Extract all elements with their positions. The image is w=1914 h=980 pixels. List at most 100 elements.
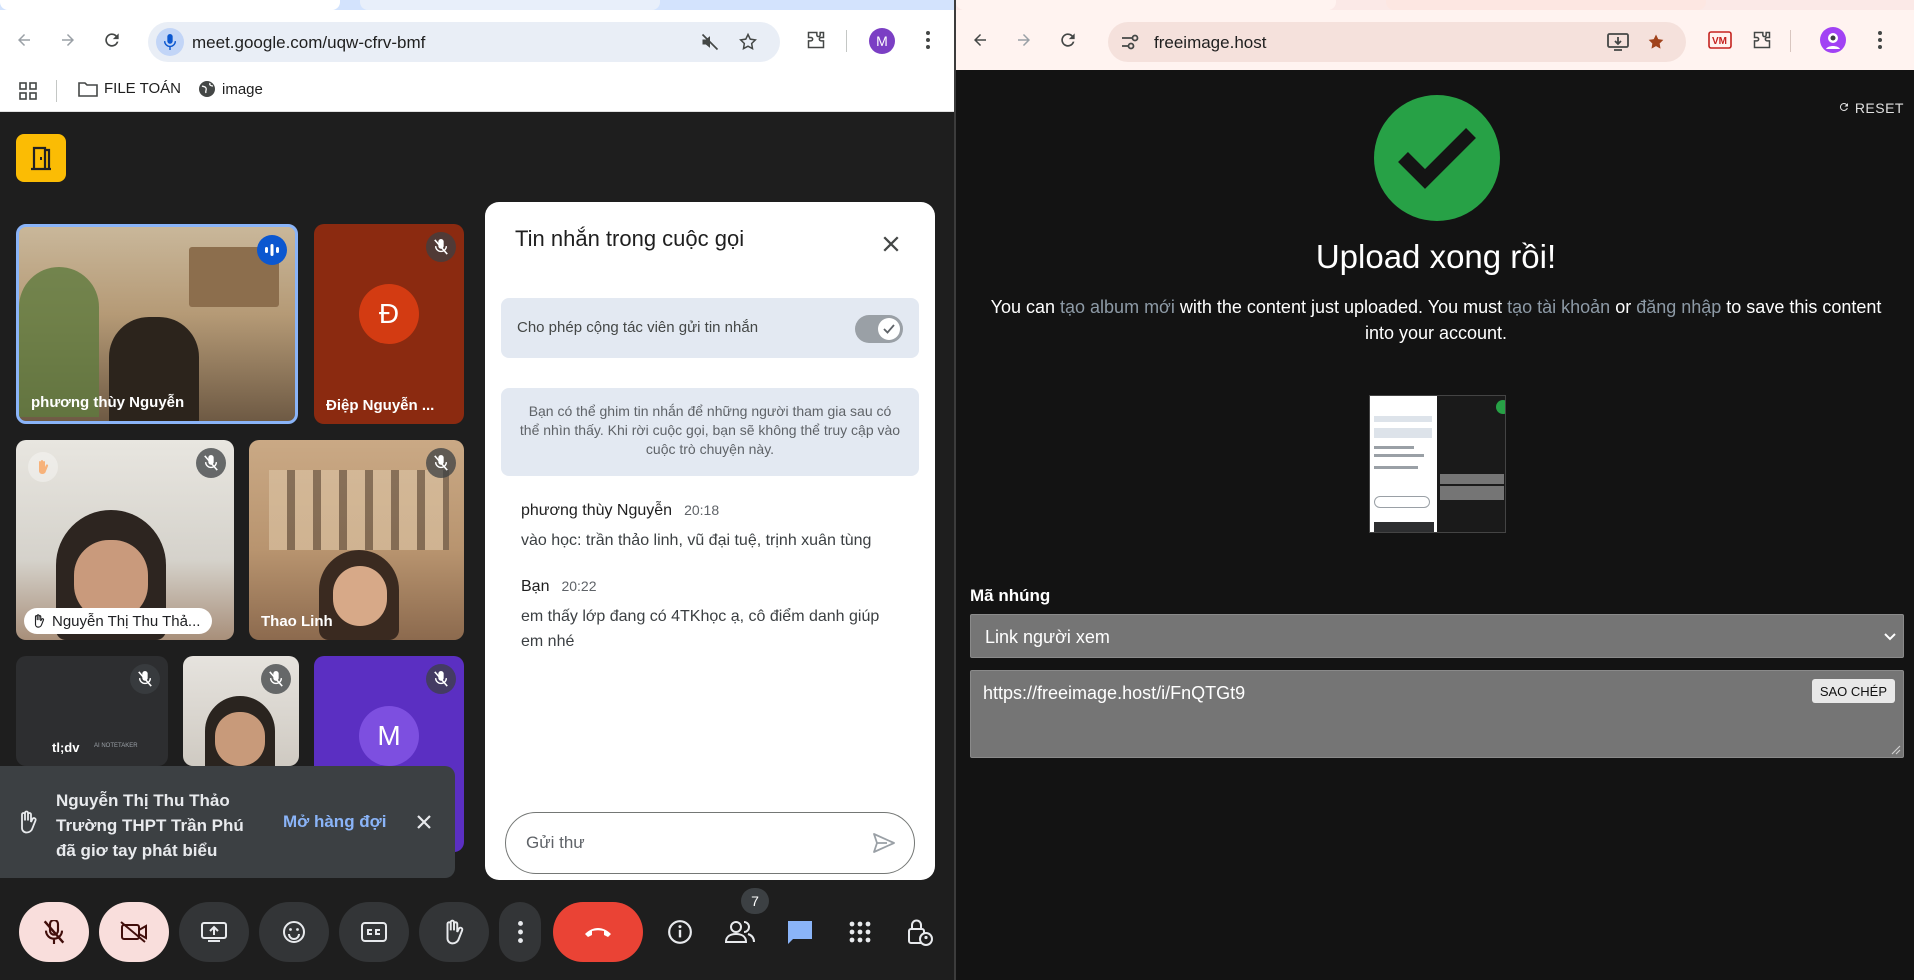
emoji-icon	[283, 921, 305, 943]
tab-strip	[0, 0, 954, 10]
participant-tile[interactable]: phương thùy Nguyễn	[16, 224, 298, 424]
mic-off-icon	[130, 664, 160, 694]
address-bar[interactable]: meet.google.com/uqw-cfrv-bmf	[148, 22, 780, 62]
participant-avatar: M	[359, 706, 419, 766]
toolbar-divider	[846, 30, 847, 52]
back-icon[interactable]	[964, 24, 996, 56]
embed-code-label: Mã nhúng	[970, 586, 1051, 605]
chat-icon	[788, 921, 812, 944]
forward-icon[interactable]	[1008, 24, 1040, 56]
end-call-icon	[585, 928, 611, 937]
raise-hand-button[interactable]	[419, 902, 489, 962]
chat-input[interactable]: Gửi thư	[505, 812, 915, 874]
close-icon[interactable]	[875, 228, 907, 260]
microphone-icon[interactable]	[156, 28, 184, 56]
raise-hand-icon	[446, 919, 464, 945]
open-queue-link[interactable]: Mở hàng đợi	[283, 812, 387, 832]
raised-hand-icon	[21, 810, 37, 834]
toolbar-divider	[1790, 30, 1791, 52]
thumb-chat-panel	[1370, 396, 1437, 532]
leave-call-button[interactable]	[553, 902, 643, 962]
site-settings-icon[interactable]	[1114, 26, 1146, 58]
microphone-toggle-button[interactable]	[19, 902, 89, 962]
reset-button[interactable]: RESET	[1838, 100, 1904, 116]
back-icon[interactable]	[8, 24, 40, 56]
thumb-bar	[1374, 428, 1432, 438]
info-icon	[668, 920, 692, 944]
tab[interactable]	[360, 0, 660, 10]
present-icon	[201, 922, 227, 942]
apps-grid-icon[interactable]	[12, 75, 44, 107]
thumb-line	[1374, 446, 1414, 449]
raised-hand-icon	[34, 614, 44, 628]
menu-kebab-icon[interactable]	[1864, 24, 1896, 56]
resize-handle-icon[interactable]	[1891, 745, 1901, 755]
bookmark-label: image	[222, 80, 263, 98]
create-album-link[interactable]: tạo album mới	[1060, 297, 1175, 317]
active-tab[interactable]	[956, 0, 1336, 10]
toast-message: Nguyễn Thị Thu Thảo Trường THPT Trần Phú…	[56, 788, 266, 863]
message-text: em thấy lớp đang có 4TKhọc ạ, cô điểm da…	[521, 608, 880, 650]
send-icon[interactable]	[868, 827, 900, 859]
url-text: meet.google.com/uqw-cfrv-bmf	[192, 33, 426, 52]
present-screen-button[interactable]	[179, 902, 249, 962]
participant-tile[interactable]: tl;dv AI NOTETAKER	[16, 656, 168, 766]
embed-type-select[interactable]: Link người xem	[970, 614, 1904, 658]
host-controls-lock-button[interactable]	[895, 902, 945, 962]
activities-button[interactable]	[835, 902, 885, 962]
chat-info-notice: Bạn có thể ghim tin nhắn để những người …	[501, 388, 919, 476]
thumb-input	[1374, 496, 1430, 508]
participant-tile[interactable]	[183, 656, 299, 766]
mic-off-icon	[426, 448, 456, 478]
participant-name: Điệp Nguyễn ...	[326, 397, 435, 414]
address-bar[interactable]: freeimage.host	[1108, 22, 1686, 62]
bookmark-star-filled-icon[interactable]	[1640, 26, 1672, 58]
camera-toggle-button[interactable]	[99, 902, 169, 962]
vm-extension-icon[interactable]: VM	[1704, 24, 1736, 56]
reactions-button[interactable]	[259, 902, 329, 962]
login-link[interactable]: đăng nhập	[1636, 297, 1721, 317]
kebab-icon	[517, 921, 523, 943]
create-account-link[interactable]: tạo tài khoản	[1507, 297, 1610, 317]
chat-message: Bạn 20:22 em thấy lớp đang có 4TKhọc ạ, c…	[521, 578, 901, 654]
participant-tile[interactable]: Đ Điệp Nguyễn ...	[314, 224, 464, 424]
chat-button[interactable]	[775, 902, 825, 962]
uploaded-image-thumbnail[interactable]	[1369, 395, 1506, 533]
upload-complete-page: RESET Upload xong rồi! You can tạo album…	[956, 70, 1914, 980]
copy-button[interactable]: SAO CHÉP	[1811, 679, 1895, 703]
captions-button[interactable]	[339, 902, 409, 962]
bookmark-label: FILE TOÁN	[104, 80, 181, 97]
meeting-details-button[interactable]	[655, 902, 705, 962]
extensions-icon[interactable]	[1746, 24, 1778, 56]
menu-kebab-icon[interactable]	[912, 24, 944, 56]
more-options-button[interactable]	[499, 902, 541, 962]
embed-code-textarea[interactable]: https://freeimage.host/i/FnQTGt9 SAO CHÉ…	[970, 670, 1904, 758]
reload-icon[interactable]	[96, 24, 128, 56]
tab[interactable]	[1386, 0, 1706, 10]
extensions-icon[interactable]	[800, 24, 832, 56]
bookmark-star-icon[interactable]	[732, 26, 764, 58]
participant-face	[215, 712, 265, 766]
participant-avatar: Đ	[359, 284, 419, 344]
close-icon[interactable]	[408, 806, 440, 838]
active-tab[interactable]	[0, 0, 340, 10]
reload-icon[interactable]	[1052, 24, 1084, 56]
mute-tab-icon[interactable]	[694, 26, 726, 58]
bookmark-file-toan[interactable]: FILE TOÁN	[78, 80, 181, 97]
profile-avatar[interactable]: M	[869, 28, 895, 54]
forward-icon[interactable]	[52, 24, 84, 56]
participant-face	[333, 566, 387, 626]
participant-tile[interactable]: Thao Linh	[249, 440, 464, 640]
in-call-chat-panel: Tin nhắn trong cuộc gọi Cho phép cộng tá…	[485, 202, 935, 880]
install-app-icon[interactable]	[1602, 26, 1634, 58]
participant-tile[interactable]: Nguyễn Thị Thu Thả...	[16, 440, 234, 640]
desc-text: You can	[990, 297, 1061, 317]
allow-messages-toggle[interactable]	[855, 315, 903, 343]
profile-avatar-icon[interactable]	[1817, 24, 1849, 56]
url-text: freeimage.host	[1154, 33, 1267, 52]
meet-stage: phương thùy Nguyễn Đ Điệp Nguyễn ... Ngu…	[0, 112, 954, 980]
bookmark-image[interactable]: image	[198, 80, 263, 98]
host-controls-button[interactable]	[16, 134, 66, 182]
background-windows	[269, 470, 449, 550]
browser-toolbar: meet.google.com/uqw-cfrv-bmf M	[0, 10, 954, 70]
